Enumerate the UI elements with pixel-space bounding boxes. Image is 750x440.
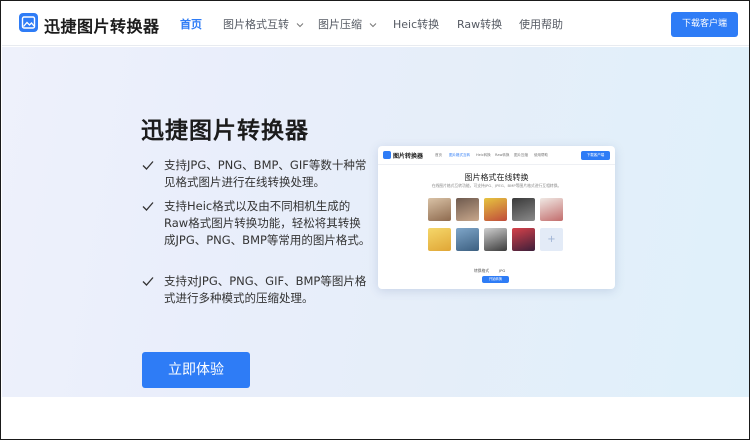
chevron-down-icon [369, 18, 377, 31]
nav-heic[interactable]: Heic转换 [393, 16, 439, 32]
checkmark-icon [141, 274, 155, 288]
nav-heic-label: Heic转换 [393, 18, 440, 31]
image-logo-icon [383, 151, 391, 159]
checkmark-icon [141, 199, 155, 213]
feature-text: 支持Heic格式以及由不同相机生成的Raw格式图片转换功能，轻松将其转换成JPG… [164, 199, 371, 247]
photo-thumbnail [484, 228, 507, 251]
photo-thumbnail [484, 198, 507, 221]
feature-item: 支持JPG、PNG、BMP、GIF等数十种常见格式图片进行在线转换处理。 [141, 157, 371, 191]
image-logo-icon[interactable] [19, 13, 38, 32]
chevron-down-icon [296, 18, 304, 31]
nav-help-label: 使用帮助 [519, 18, 563, 31]
preview-nav-item: 图片压缩 [514, 153, 528, 157]
try-now-button[interactable]: 立即体验 [142, 352, 250, 388]
top-navbar: 迅捷图片转换器 首页 图片格式互转 图片压缩 Heic转换 Raw转换 使用帮助… [2, 2, 749, 46]
hero-title: 迅捷图片转换器 [141, 118, 309, 144]
preview-navbar: 图片转换器 首页 图片格式互转 Heic转换 Raw转换 图片压缩 使用帮助 下… [378, 146, 615, 165]
preview-nav-item: 使用帮助 [534, 153, 548, 157]
site-logo-text[interactable]: 迅捷图片转换器 [44, 13, 160, 37]
nav-help[interactable]: 使用帮助 [519, 16, 563, 32]
preview-nav-item: Heic转换 [476, 153, 491, 157]
preview-nav-item: 首页 [435, 153, 442, 157]
nav-home[interactable]: 首页 [180, 16, 202, 32]
photo-thumbnail [512, 228, 535, 251]
preview-convert-button: 开始转换 [482, 276, 509, 283]
photo-thumbnail [512, 198, 535, 221]
feature-item: 支持对JPG、PNG、GIF、BMP等图片格式进行多种模式的压缩处理。 [141, 273, 371, 307]
nav-format-convert[interactable]: 图片格式互转 [223, 16, 304, 32]
photo-thumbnail [540, 198, 563, 221]
preview-subtitle: 在线图片格式互转功能，可支持JPG、JPEG、BMP等图片格式进行互相转换。 [431, 183, 562, 188]
nav-raw[interactable]: Raw转换 [457, 16, 502, 32]
preview-nav-item: Raw转换 [495, 153, 510, 157]
nav-compress[interactable]: 图片压缩 [318, 16, 377, 32]
photo-thumbnail [456, 198, 479, 221]
nav-format-convert-label: 图片格式互转 [223, 18, 289, 31]
nav-home-label: 首页 [180, 18, 202, 31]
app-preview-image: 图片转换器 首页 图片格式互转 Heic转换 Raw转换 图片压缩 使用帮助 下… [378, 146, 615, 289]
preview-nav-item: 图片格式互转 [449, 153, 470, 157]
preview-format-label: 转换格式 [474, 268, 490, 273]
nav-raw-label: Raw转换 [457, 18, 503, 31]
feature-text: 支持对JPG、PNG、GIF、BMP等图片格式进行多种模式的压缩处理。 [164, 274, 367, 305]
preview-title: 图片格式在线转换 [464, 173, 529, 182]
preview-logo-text: 图片转换器 [393, 153, 424, 160]
nav-compress-label: 图片压缩 [318, 18, 362, 31]
preview-download-button: 下载客户端 [581, 151, 610, 160]
feature-item: 支持Heic格式以及由不同相机生成的Raw格式图片转换功能，轻松将其转换成JPG… [141, 198, 371, 249]
download-client-button[interactable]: 下载客户端 [671, 12, 738, 37]
feature-text: 支持JPG、PNG、BMP、GIF等数十种常见格式图片进行在线转换处理。 [164, 158, 367, 189]
checkmark-icon [141, 158, 155, 172]
photo-thumbnail [428, 228, 451, 251]
preview-format-select: JPG [499, 268, 506, 273]
page-frame: 迅捷图片转换器 首页 图片格式互转 图片压缩 Heic转换 Raw转换 使用帮助… [0, 0, 750, 440]
photo-thumbnail [456, 228, 479, 251]
photo-thumbnail [428, 198, 451, 221]
hero-section: 迅捷图片转换器 支持JPG、PNG、BMP、GIF等数十种常见格式图片进行在线转… [2, 47, 749, 397]
add-image-button: + [540, 228, 563, 251]
